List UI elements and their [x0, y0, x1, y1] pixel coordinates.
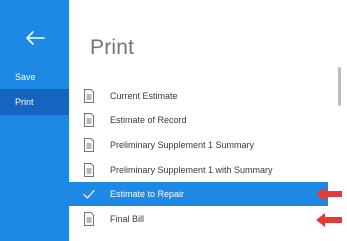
print-option-final-bill[interactable]: Final Bill: [69, 207, 328, 231]
option-label: Estimate of Record: [110, 115, 187, 125]
option-label: Estimate to Repair: [110, 189, 185, 199]
document-icon: [84, 163, 94, 177]
print-option-estimate-to-repair[interactable]: Estimate to Repair: [69, 182, 328, 206]
arrow-left-icon: [25, 31, 45, 45]
back-button[interactable]: [0, 24, 69, 52]
page-title: Print: [90, 36, 135, 59]
sidebar-item-print[interactable]: Print: [0, 89, 69, 115]
document-icon: [84, 113, 94, 127]
option-label: Final Bill: [110, 214, 145, 224]
print-option-current-estimate[interactable]: Current Estimate: [69, 84, 328, 108]
print-option-prelim-supplement-summary[interactable]: Preliminary Supplement 1 Summary: [69, 133, 328, 157]
sidebar-item-label: Save: [15, 72, 36, 82]
sidebar-item-label: Print: [15, 97, 34, 107]
scrollbar[interactable]: [338, 67, 341, 106]
sidebar-item-save[interactable]: Save: [0, 64, 69, 90]
sidebar: Save Print: [0, 0, 69, 241]
print-option-prelim-supplement-with-summary[interactable]: Preliminary Supplement 1 with Summary: [69, 158, 328, 182]
red-arrow-left-icon: [316, 187, 342, 201]
print-option-estimate-of-record[interactable]: Estimate of Record: [69, 108, 328, 132]
document-icon: [84, 212, 94, 226]
option-label: Current Estimate: [110, 91, 178, 101]
check-icon: [83, 189, 95, 199]
red-arrow-left-icon: [316, 213, 342, 227]
option-label: Preliminary Supplement 1 Summary: [110, 140, 255, 150]
document-icon: [84, 89, 94, 103]
option-label: Preliminary Supplement 1 with Summary: [110, 165, 273, 175]
document-icon: [84, 138, 94, 152]
